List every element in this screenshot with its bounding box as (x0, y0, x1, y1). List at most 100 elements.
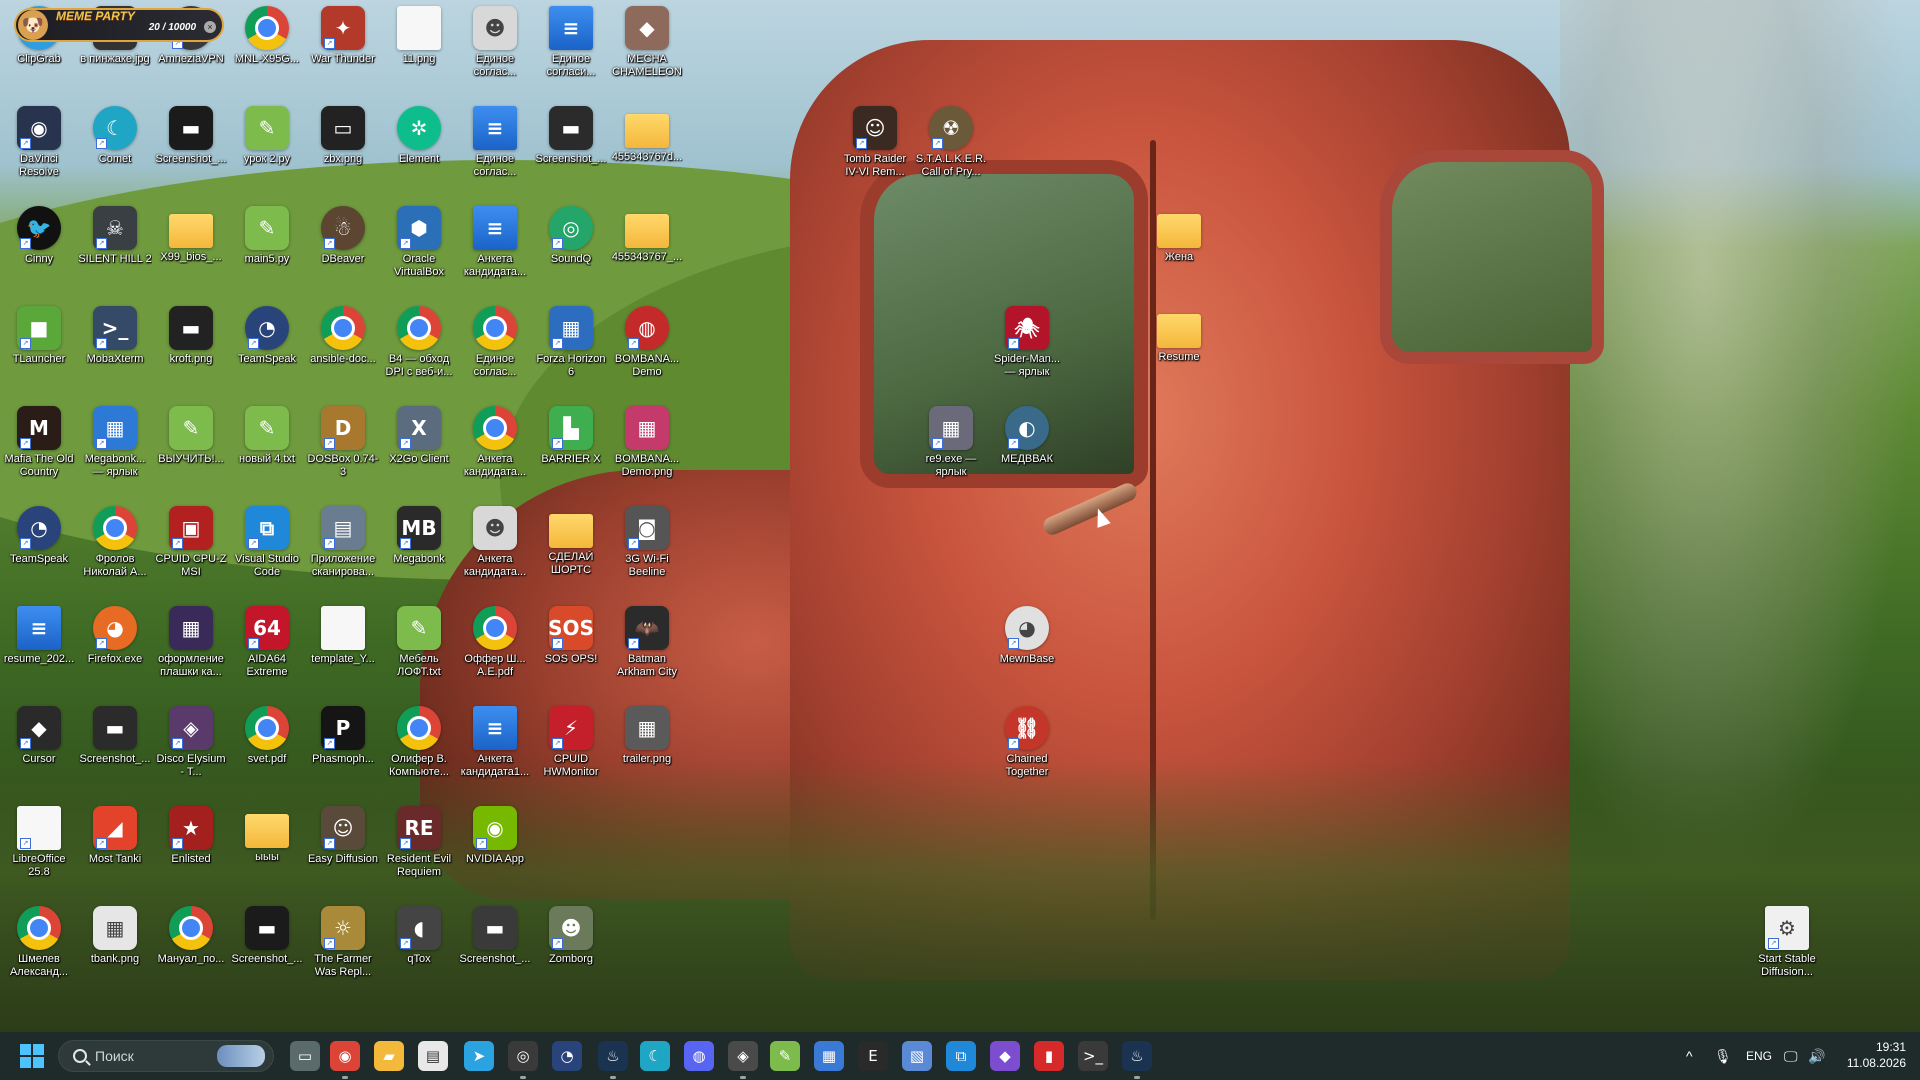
desktop-icon[interactable]: 64 ↗ AIDA64 Extreme (230, 600, 304, 696)
taskbar-epic-icon[interactable]: E (858, 1041, 888, 1071)
desktop-icon[interactable]: ≡ Анкета кандидата1... (458, 700, 532, 796)
desktop-icon[interactable]: ⛓ ↗ Chained Together (990, 700, 1064, 796)
desktop-icon[interactable]: ≡ resume_202... (2, 600, 76, 696)
desktop-icon[interactable]: ☻ Анкета кандидата... (458, 500, 532, 596)
desktop-icon[interactable]: ≡ Единое согласи... (534, 0, 608, 96)
desktop-icon[interactable]: template_Y... (306, 600, 380, 696)
desktop-icon[interactable]: ◔ ↗ TeamSpeak (2, 500, 76, 596)
desktop-icon[interactable]: Жена (1142, 200, 1216, 296)
desktop-icon[interactable]: M ↗ Mafia The Old Country (2, 400, 76, 496)
desktop-icon[interactable]: ⧉ ↗ Visual Studio Code (230, 500, 304, 596)
taskbar-clock[interactable]: 19:31 11.08.2026 (1847, 1039, 1906, 1071)
desktop-icon[interactable]: ◐ ↗ МЕДВВАК (990, 400, 1064, 496)
desktop-icon[interactable]: X ↗ X2Go Client (382, 400, 456, 496)
desktop-icon[interactable]: ☾ ↗ Comet (78, 100, 152, 196)
network-icon[interactable]: 🖵 (1784, 1048, 1798, 1065)
desktop-icon[interactable]: Единое соглас... (458, 300, 532, 396)
desktop-icon[interactable]: ▤ ↗ Приложение сканирова... (306, 500, 380, 596)
close-icon[interactable]: × (204, 21, 216, 33)
desktop-icon[interactable]: ▬ Screenshot_... (154, 100, 228, 196)
desktop-icon[interactable]: ▦ ↗ re9.exe — ярлык (914, 400, 988, 496)
desktop-icon[interactable]: ≡ Анкета кандидата... (458, 200, 532, 296)
desktop-icon[interactable]: ✎ урок 2.py (230, 100, 304, 196)
desktop-icon[interactable]: ыыы (230, 800, 304, 896)
desktop-icon[interactable]: ▬ Screenshot_... (534, 100, 608, 196)
taskbar-notepad-plus-icon[interactable]: ✎ (770, 1041, 800, 1071)
desktop-icon[interactable]: D ↗ DOSBox 0.74-3 (306, 400, 380, 496)
desktop-icon[interactable]: ▬ Screenshot_... (458, 900, 532, 996)
desktop-icon[interactable]: RE ↗ Resident Evil Requiem (382, 800, 456, 896)
taskbar-steam-icon[interactable]: ♨ (598, 1041, 628, 1071)
desktop-icon[interactable]: ☺ ↗ Easy Diffusion (306, 800, 380, 896)
taskbar-search[interactable]: Поиск (58, 1040, 274, 1072)
desktop-icon[interactable]: ▣ ↗ CPUID CPU-Z MSI (154, 500, 228, 596)
taskbar-teamspeak-icon[interactable]: ◔ (552, 1041, 582, 1071)
desktop-icon[interactable]: ▦ BOMBANA... Demo.png (610, 400, 684, 496)
desktop-icon[interactable]: ✲ Element (382, 100, 456, 196)
desktop-icon[interactable]: ■ ↗ TLauncher (2, 300, 76, 396)
desktop-icon[interactable]: ◕ ↗ MewnBase (990, 600, 1064, 696)
desktop-icon[interactable]: ◉ ↗ NVIDIA App (458, 800, 532, 896)
taskbar-photos-icon[interactable]: ▧ (902, 1041, 932, 1071)
desktop-icon[interactable]: ▙ ↗ BARRIER X (534, 400, 608, 496)
desktop-icon[interactable]: ▦ ↗ Megabonk... — ярлык (78, 400, 152, 496)
taskbar-app-red-dot-icon[interactable]: ◎ (508, 1041, 538, 1071)
desktop-icon[interactable]: ↗ LibreOffice 25.8 (2, 800, 76, 896)
desktop-icon[interactable]: 455343767d... (610, 100, 684, 196)
taskbar-comet-icon[interactable]: ☾ (640, 1041, 670, 1071)
taskbar-chrome-icon[interactable]: ◉ (330, 1041, 360, 1071)
desktop-icon[interactable]: ▬ Screenshot_... (78, 700, 152, 796)
desktop-icon[interactable]: 455343767_... (610, 200, 684, 296)
desktop-icon[interactable]: ☢ ↗ S.T.A.L.K.E.R. Call of Pry... (914, 100, 988, 196)
desktop-icon[interactable]: svet.pdf (230, 700, 304, 796)
taskbar-obsidian-icon[interactable]: ◆ (990, 1041, 1020, 1071)
start-button[interactable] (20, 1044, 44, 1068)
desktop-icon[interactable]: ✎ Мебель ЛОФТ.txt (382, 600, 456, 696)
desktop-icon[interactable]: ◆ MECHA CHAMELEON (610, 0, 684, 96)
desktop-icon[interactable]: ✦ ↗ War Thunder (306, 0, 380, 96)
desktop-icon[interactable]: ⚙ ↗ Start Stable Diffusion... (1750, 900, 1824, 996)
desktop-icon[interactable]: 🦇↗Batman Arkham City GOTY (610, 600, 684, 696)
desktop-icon[interactable]: ✎ main5.py (230, 200, 304, 296)
taskbar-app-red-icon[interactable]: ▮ (1034, 1041, 1064, 1071)
desktop-icon[interactable]: ▭ zbx.png (306, 100, 380, 196)
desktop-icon[interactable]: ◈ ↗ Disco Elysium - T... (154, 700, 228, 796)
desktop-icon[interactable]: ⚡ ↗ CPUID HWMonitor (534, 700, 608, 796)
desktop-icon[interactable]: 11.png (382, 0, 456, 96)
taskbar-task-view-icon[interactable]: ▭ (290, 1041, 320, 1071)
language-indicator[interactable]: ENG (1746, 1049, 1772, 1063)
desktop-icon[interactable]: ansible-doc... (306, 300, 380, 396)
desktop-icon[interactable]: ✎ новый 4.txt (230, 400, 304, 496)
desktop-icon[interactable]: ☼ ↗ The Farmer Was Repl... (306, 900, 380, 996)
desktop-icon[interactable]: ▦ tbank.png (78, 900, 152, 996)
desktop-icon[interactable]: ◕ ↗ Firefox.exe (78, 600, 152, 696)
taskbar-terminal-icon[interactable]: >_ (1078, 1041, 1108, 1071)
taskbar-explorer-icon[interactable]: ▰ (374, 1041, 404, 1071)
desktop-icon[interactable]: ☻ Единое соглас... (458, 0, 532, 96)
desktop-icon[interactable]: ☻ ↗ Zomborg (534, 900, 608, 996)
desktop-icon[interactable]: Анкета кандидата... (458, 400, 532, 496)
desktop-icon[interactable]: B4 — обход DPI с веб-и... (382, 300, 456, 396)
taskbar-notepad-icon[interactable]: ▤ (418, 1041, 448, 1071)
taskbar-telegram-icon[interactable]: ➤ (464, 1041, 494, 1071)
desktop-icon[interactable]: Мануал_по... (154, 900, 228, 996)
desktop-icon[interactable]: >_ ↗ MobaXterm (78, 300, 152, 396)
desktop-icon[interactable]: Resume (1142, 300, 1216, 396)
desktop-icon[interactable]: ◍ ↗ BOMBANA... Demo (610, 300, 684, 396)
desktop-icon[interactable]: ◔ ↗ TeamSpeak (230, 300, 304, 396)
desktop-icon[interactable]: ☺ ↗ Tomb Raider IV-VI Rem... (838, 100, 912, 196)
desktop-icon[interactable]: ☃ ↗ DBeaver (306, 200, 380, 296)
desktop-icon[interactable]: MNL-X95G... (230, 0, 304, 96)
desktop-icon[interactable]: Оффер Ш... А.Е.pdf (458, 600, 532, 696)
taskbar-discord-icon[interactable]: ◍ (684, 1041, 714, 1071)
taskbar-store-icon[interactable]: ▦ (814, 1041, 844, 1071)
taskbar-vscode-icon[interactable]: ⧉ (946, 1041, 976, 1071)
desktop-icon[interactable]: ▦ оформление плашки ка... (154, 600, 228, 696)
desktop-icon[interactable]: ☠ ↗ SILENT HILL 2 (78, 200, 152, 296)
desktop-icon[interactable]: ▬ kroft.png (154, 300, 228, 396)
desktop-icon[interactable]: 🕷 ↗ Spider-Man... — ярлык (990, 300, 1064, 396)
desktop-icon[interactable]: ✎ ВЫУЧИТЬ!... (154, 400, 228, 496)
desktop-icon[interactable]: Олифер В. Компьюте... (382, 700, 456, 796)
desktop-icon[interactable]: MB ↗ Megabonk (382, 500, 456, 596)
taskbar-steam-2-icon[interactable]: ♨ (1122, 1041, 1152, 1071)
